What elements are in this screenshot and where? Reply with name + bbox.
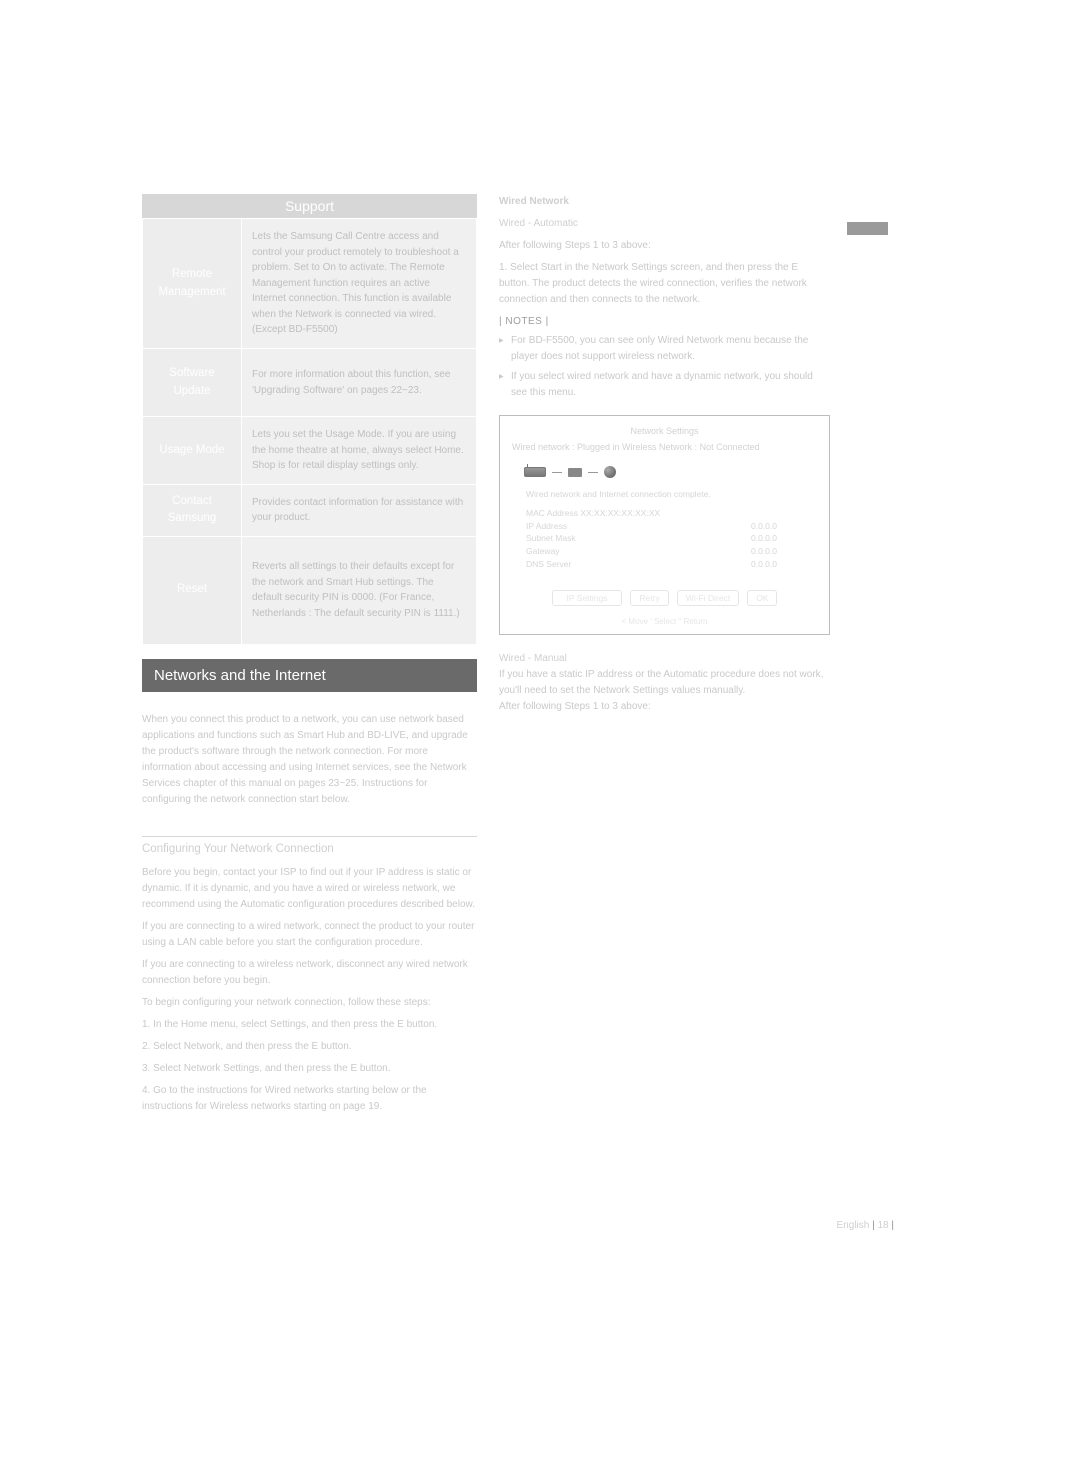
footer-page-number: 18	[877, 1220, 888, 1231]
right-column: Wired Network Wired - Automatic After fo…	[499, 194, 830, 715]
ip-label: IP Address	[526, 521, 567, 531]
footer-divider: |	[891, 1220, 894, 1231]
nav-hint-label: < Move ' Select " Return	[500, 617, 829, 626]
pre-notes-line: After following Steps 1 to 3 above:	[499, 238, 830, 254]
network-status-icons	[524, 466, 817, 478]
manual-section: Wired - Manual If you have a static IP a…	[499, 651, 830, 715]
modem-icon	[568, 468, 582, 477]
subsection-heading: Configuring Your Network Connection	[142, 836, 477, 855]
support-row-desc: Provides contact information for assista…	[242, 485, 477, 537]
ip-value: 0.0.0.0	[751, 520, 777, 533]
wifi-direct-button[interactable]: Wi-Fi Direct	[677, 590, 739, 606]
network-box-title: Network Settings	[512, 426, 817, 436]
body-paragraph: If you are connecting to a wired network…	[142, 919, 477, 951]
support-row-label: Software Update	[143, 349, 242, 417]
support-row-label: Usage Mode	[143, 417, 242, 485]
connection-line-icon	[588, 472, 598, 473]
step-item: 1. In the Home menu, select Settings, an…	[142, 1017, 477, 1033]
dns-line: 0.0.0.0 DNS Server	[526, 558, 817, 571]
support-row-desc: Reverts all settings to their defaults e…	[242, 536, 477, 644]
support-row-desc: For more information about this function…	[242, 349, 477, 417]
support-row-label: Reset	[143, 536, 242, 644]
gateway-line: 0.0.0.0 Gateway	[526, 545, 817, 558]
left-body: Before you begin, contact your ISP to fi…	[142, 865, 477, 1115]
step-item: 2. Select Network, and then press the E …	[142, 1039, 477, 1055]
manual-body: If you have a static IP address or the A…	[499, 667, 830, 699]
support-row-label: Contact Samsung	[143, 485, 242, 537]
section-heading: Networks and the Internet	[142, 659, 477, 692]
step-item: 3. Select Network Settings, and then pre…	[142, 1061, 477, 1077]
network-status-line: Wired network and Internet connection co…	[526, 488, 817, 501]
note-item: For BD-F5500, you can see only Wired Net…	[511, 333, 830, 365]
intro-paragraph: When you connect this product to a netwo…	[142, 712, 477, 808]
subnet-label: Subnet Mask	[526, 533, 576, 543]
dns-label: DNS Server	[526, 559, 571, 569]
footer-language: English	[837, 1220, 870, 1231]
ok-button[interactable]: OK	[747, 590, 777, 606]
step-item: 4. Go to the instructions for Wired netw…	[142, 1083, 477, 1115]
body-paragraph: Before you begin, contact your ISP to fi…	[142, 865, 477, 913]
notes-list: For BD-F5500, you can see only Wired Net…	[499, 333, 830, 401]
step-item: 1. Select Start in the Network Settings …	[499, 260, 830, 308]
support-row-desc: Lets you set the Usage Mode. If you are …	[242, 417, 477, 485]
support-table: Remote Management Lets the Samsung Call …	[142, 218, 477, 645]
body-paragraph: If you are connecting to a wireless netw…	[142, 957, 477, 989]
note-item: If you select wired network and have a d…	[511, 369, 830, 401]
network-box-type: Wired network : Plugged in Wireless Netw…	[512, 442, 817, 452]
retry-button[interactable]: Retry	[630, 590, 668, 606]
wired-auto-heading: Wired - Automatic	[499, 216, 830, 232]
gateway-label: Gateway	[526, 546, 560, 556]
connection-line-icon	[552, 472, 562, 473]
gateway-value: 0.0.0.0	[751, 545, 777, 558]
section-tab	[847, 222, 888, 235]
router-icon	[524, 467, 546, 477]
support-row-desc: Lets the Samsung Call Centre access and …	[242, 219, 477, 349]
subnet-line: 0.0.0.0 Subnet Mask	[526, 532, 817, 545]
left-column: Support Remote Management Lets the Samsu…	[142, 194, 477, 1121]
right-top-block: Wired Network Wired - Automatic After fo…	[499, 194, 830, 308]
mac-address-line: MAC Address XX:XX:XX:XX:XX:XX	[526, 507, 817, 520]
notes-label: | NOTES |	[499, 316, 830, 327]
page-footer: English | 18 |	[837, 1220, 895, 1231]
network-buttons-row: IP Settings Retry Wi-Fi Direct OK	[500, 590, 829, 606]
wired-manual-heading: Wired - Manual	[499, 651, 830, 667]
body-paragraph: To begin configuring your network connec…	[142, 995, 477, 1011]
wired-network-heading: Wired Network	[499, 194, 830, 210]
network-settings-box: Network Settings Wired network : Plugged…	[499, 415, 830, 635]
dns-value: 0.0.0.0	[751, 558, 777, 571]
manual-after: After following Steps 1 to 3 above:	[499, 699, 830, 715]
support-header: Support	[142, 194, 477, 218]
globe-icon	[604, 466, 616, 478]
subnet-value: 0.0.0.0	[751, 532, 777, 545]
ip-address-line: 0.0.0.0 IP Address	[526, 520, 817, 533]
support-row-label: Remote Management	[143, 219, 242, 349]
ip-settings-button[interactable]: IP Settings	[552, 590, 623, 606]
